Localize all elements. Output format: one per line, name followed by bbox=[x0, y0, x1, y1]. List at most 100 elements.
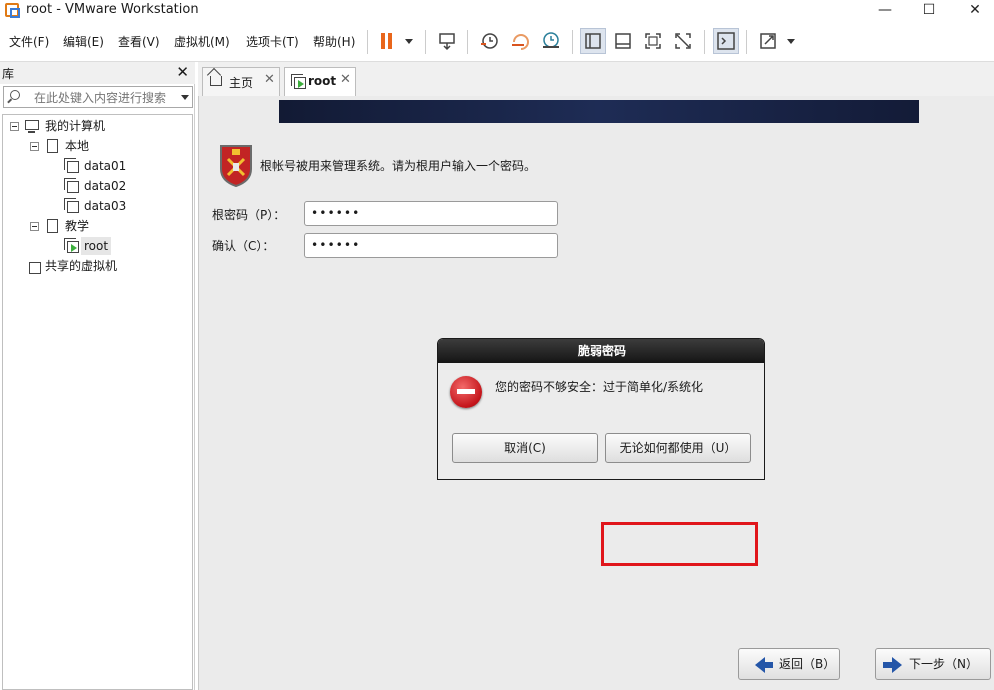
library-tree: 我的计算机 本地 data01 data02 data03 教学 root 共享… bbox=[2, 114, 193, 690]
close-library-icon[interactable]: ✕ bbox=[176, 63, 189, 81]
snapshot-manager-button[interactable] bbox=[538, 28, 564, 54]
arrow-right-icon bbox=[883, 657, 902, 673]
close-tab-icon[interactable]: ✕ bbox=[264, 72, 275, 87]
running-vm-icon bbox=[64, 238, 79, 253]
send-ctrl-alt-del-button[interactable] bbox=[434, 28, 460, 54]
snapshot-clock-icon bbox=[481, 33, 498, 49]
installer-banner bbox=[279, 100, 919, 123]
tree-item-local[interactable]: 本地 bbox=[3, 137, 191, 155]
library-title: 库 bbox=[2, 67, 15, 81]
minimize-button[interactable]: — bbox=[862, 0, 908, 22]
library-panel: 库 ✕ 我的计算机 本地 data01 data02 data03 bbox=[0, 62, 195, 690]
tree-item-my-computer[interactable]: 我的计算机 bbox=[3, 117, 191, 135]
search-icon bbox=[10, 90, 20, 100]
collapse-icon[interactable] bbox=[30, 222, 39, 231]
search-input[interactable] bbox=[34, 90, 174, 106]
tab-home[interactable]: 主页 ✕ bbox=[202, 67, 280, 96]
menu-toolbar: 文件(F) 编辑(E) 查看(V) 虚拟机(M) 选项卡(T) 帮助(H) bbox=[0, 22, 994, 62]
pause-button[interactable] bbox=[376, 28, 413, 54]
tree-label: 共享的虚拟机 bbox=[45, 259, 118, 273]
menu-file[interactable]: 文件(F) bbox=[9, 33, 49, 50]
thumbnail-view-icon bbox=[615, 33, 631, 49]
unity-button[interactable] bbox=[670, 28, 696, 54]
tree-label: 我的计算机 bbox=[45, 119, 106, 133]
tree-item-data02[interactable]: data02 bbox=[3, 177, 191, 195]
dialog-title: 脆弱密码 bbox=[438, 339, 764, 363]
chevron-down-icon bbox=[405, 39, 413, 44]
vm-icon bbox=[64, 158, 79, 173]
tab-strip: 主页 ✕ root ✕ bbox=[198, 62, 994, 96]
confirm-password-field[interactable]: •••••• bbox=[304, 233, 558, 258]
title-bar: root - VMware Workstation — ☐ ✕ bbox=[0, 0, 994, 22]
next-button[interactable]: 下一步（N） bbox=[875, 648, 991, 680]
running-vm-icon bbox=[291, 74, 306, 89]
menu-edit[interactable]: 编辑(E) bbox=[63, 33, 104, 50]
collapse-icon[interactable] bbox=[10, 122, 19, 131]
tab-label: root bbox=[308, 74, 337, 88]
thumbnail-bar-button[interactable] bbox=[610, 28, 636, 54]
menu-help[interactable]: 帮助(H) bbox=[313, 33, 355, 50]
vm-icon bbox=[64, 198, 79, 213]
tree-label: data02 bbox=[84, 179, 127, 193]
root-password-field[interactable]: •••••• bbox=[304, 201, 558, 226]
error-stop-icon bbox=[450, 376, 482, 408]
collapse-icon[interactable] bbox=[30, 142, 39, 151]
window-title: root - VMware Workstation bbox=[26, 2, 199, 17]
root-password-label: 根密码（P）： bbox=[212, 208, 286, 222]
fullscreen-icon bbox=[645, 33, 661, 49]
confirm-password-label: 确认（C）： bbox=[212, 239, 275, 253]
tree-label: 本地 bbox=[65, 139, 90, 153]
tab-root[interactable]: root ✕ bbox=[284, 67, 356, 96]
tree-label: root bbox=[81, 237, 112, 255]
tree-item-data03[interactable]: data03 bbox=[3, 197, 191, 215]
close-window-button[interactable]: ✕ bbox=[952, 0, 994, 22]
use-anyway-button[interactable]: 无论如何都使用（U） bbox=[605, 433, 751, 463]
root-shield-icon bbox=[220, 145, 252, 187]
library-search[interactable] bbox=[3, 86, 193, 108]
keyboard-icon bbox=[439, 33, 455, 51]
revert-snapshot-button[interactable] bbox=[507, 28, 533, 54]
next-label: 下一步（N） bbox=[909, 657, 978, 671]
library-view-icon bbox=[585, 33, 601, 49]
pause-icon bbox=[381, 33, 385, 49]
tree-label: data03 bbox=[84, 199, 127, 213]
console-view-button[interactable] bbox=[713, 28, 739, 54]
vmware-logo-icon bbox=[5, 3, 20, 18]
fullscreen-button[interactable] bbox=[640, 28, 666, 54]
tab-label: 主页 bbox=[229, 76, 254, 90]
weak-password-dialog: 脆弱密码 您的密码不够安全：过于简单化/系统化 取消(C) 无论如何都使用（U） bbox=[437, 338, 765, 480]
root-account-message: 根帐号被用来管理系统。请为根用户输入一个密码。 bbox=[260, 159, 537, 173]
shared-vms-icon bbox=[26, 259, 41, 274]
folder-icon bbox=[47, 139, 58, 153]
tree-item-root[interactable]: root bbox=[3, 237, 191, 255]
back-label: 返回（B） bbox=[779, 657, 836, 671]
stretch-icon bbox=[760, 33, 776, 49]
chevron-down-icon[interactable] bbox=[181, 95, 189, 100]
terminal-icon bbox=[717, 32, 735, 50]
tree-label: 教学 bbox=[65, 219, 90, 233]
stretch-guest-button[interactable] bbox=[756, 28, 795, 54]
folder-icon bbox=[47, 219, 58, 233]
computer-icon bbox=[25, 120, 39, 133]
close-tab-icon[interactable]: ✕ bbox=[340, 72, 351, 87]
toolbar-separator bbox=[367, 30, 368, 54]
menu-view[interactable]: 查看(V) bbox=[118, 33, 160, 50]
tree-item-shared-vms[interactable]: 共享的虚拟机 bbox=[3, 257, 191, 275]
highlight-annotation bbox=[601, 522, 758, 566]
revert-icon bbox=[512, 34, 529, 50]
maximize-button[interactable]: ☐ bbox=[906, 0, 952, 22]
snapshot-button[interactable] bbox=[476, 28, 502, 54]
tree-item-teaching[interactable]: 教学 bbox=[3, 217, 191, 235]
show-library-button[interactable] bbox=[580, 28, 606, 54]
tree-item-data01[interactable]: data01 bbox=[3, 157, 191, 175]
cancel-button[interactable]: 取消(C) bbox=[452, 433, 598, 463]
vm-icon bbox=[64, 178, 79, 193]
unity-icon bbox=[675, 33, 691, 49]
dialog-message: 您的密码不够安全：过于简单化/系统化 bbox=[495, 380, 704, 394]
menu-vm[interactable]: 虚拟机(M) bbox=[174, 33, 230, 50]
arrow-left-icon bbox=[755, 657, 773, 673]
snapshot-manager-icon bbox=[543, 32, 559, 48]
guest-console[interactable]: 根帐号被用来管理系统。请为根用户输入一个密码。 根密码（P）： •••••• 确… bbox=[198, 96, 994, 690]
back-button[interactable]: 返回（B） bbox=[738, 648, 840, 680]
menu-tabs[interactable]: 选项卡(T) bbox=[246, 33, 299, 50]
